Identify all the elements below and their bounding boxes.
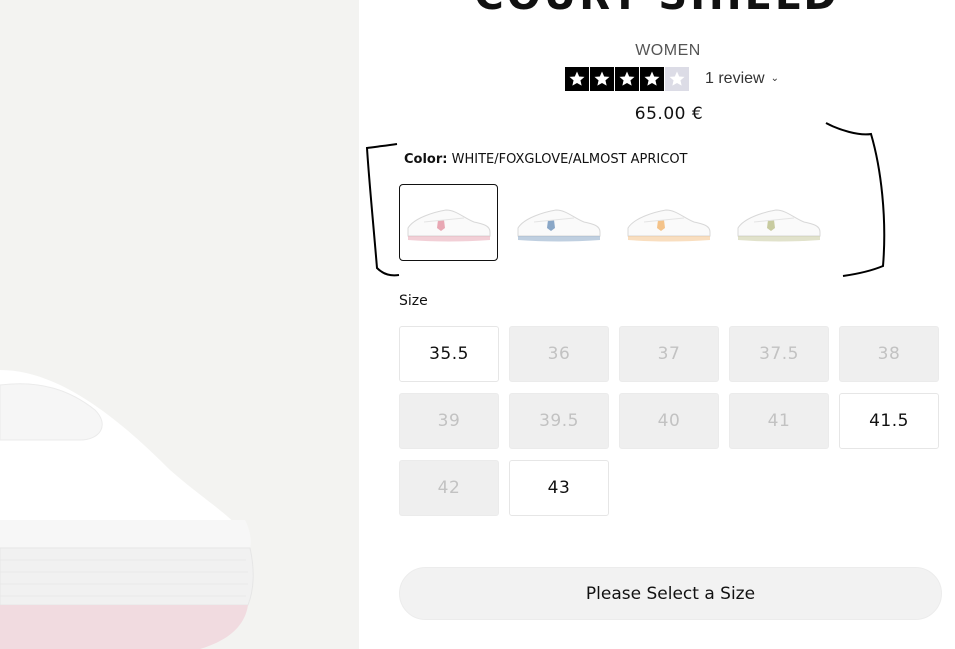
- size-option[interactable]: 39.5: [509, 393, 609, 449]
- size-option[interactable]: 41.5: [839, 393, 939, 449]
- color-label: Color:: [404, 152, 448, 167]
- reviews-link[interactable]: 1 review ⌄: [705, 70, 779, 88]
- shoe-image: [0, 370, 254, 649]
- chevron-down-icon: ⌄: [770, 73, 779, 84]
- color-swatch[interactable]: [619, 184, 718, 261]
- color-value: WHITE/FOXGLOVE/ALMOST APRICOT: [451, 152, 688, 167]
- color-selection-label: Color: WHITE/FOXGLOVE/ALMOST APRICOT: [404, 152, 688, 167]
- star-filled-icon: [615, 66, 639, 91]
- star-empty-icon: [665, 66, 689, 91]
- color-swatch[interactable]: [509, 184, 608, 261]
- star-filled-icon: [640, 66, 664, 91]
- product-title: COURT SHIELD: [359, 0, 955, 19]
- size-option[interactable]: 42: [399, 460, 499, 516]
- product-price: 65.00 €: [634, 104, 704, 124]
- shoe-thumbnail: [737, 208, 820, 241]
- size-option[interactable]: 41: [729, 393, 829, 449]
- annotation-bracket-right: [825, 122, 886, 277]
- star-filled-icon: [590, 66, 614, 91]
- size-option[interactable]: 38: [839, 326, 939, 382]
- color-swatch[interactable]: [399, 184, 498, 261]
- product-image-gallery: [0, 0, 359, 649]
- size-option[interactable]: 37.5: [729, 326, 829, 382]
- star-rating: [565, 66, 690, 91]
- size-option[interactable]: 37: [619, 326, 719, 382]
- color-swatch[interactable]: [729, 184, 828, 261]
- annotation-bracket-left: [365, 143, 400, 277]
- shoe-thumbnail: [517, 208, 600, 241]
- product-info-panel: COURT SHIELD WOMEN 1 review ⌄ 65.00 € Co…: [359, 0, 955, 649]
- shoe-thumbnail: [407, 208, 490, 241]
- rating-row: 1 review ⌄: [565, 66, 779, 91]
- size-option[interactable]: 43: [509, 460, 609, 516]
- size-option[interactable]: 40: [619, 393, 719, 449]
- add-to-cart-button[interactable]: Please Select a Size: [399, 567, 942, 620]
- shoe-thumbnail: [627, 208, 710, 241]
- size-option[interactable]: 35.5: [399, 326, 499, 382]
- reviews-count: 1 review: [705, 69, 765, 87]
- size-option[interactable]: 39: [399, 393, 499, 449]
- star-filled-icon: [565, 66, 589, 91]
- color-swatches: [399, 184, 828, 261]
- product-gender: WOMEN: [635, 42, 701, 59]
- size-option[interactable]: 36: [509, 326, 609, 382]
- size-label: Size: [399, 293, 428, 309]
- size-grid: 35.5 36 37 37.5 38 39 39.5 40 41 41.5 42 43: [399, 326, 944, 516]
